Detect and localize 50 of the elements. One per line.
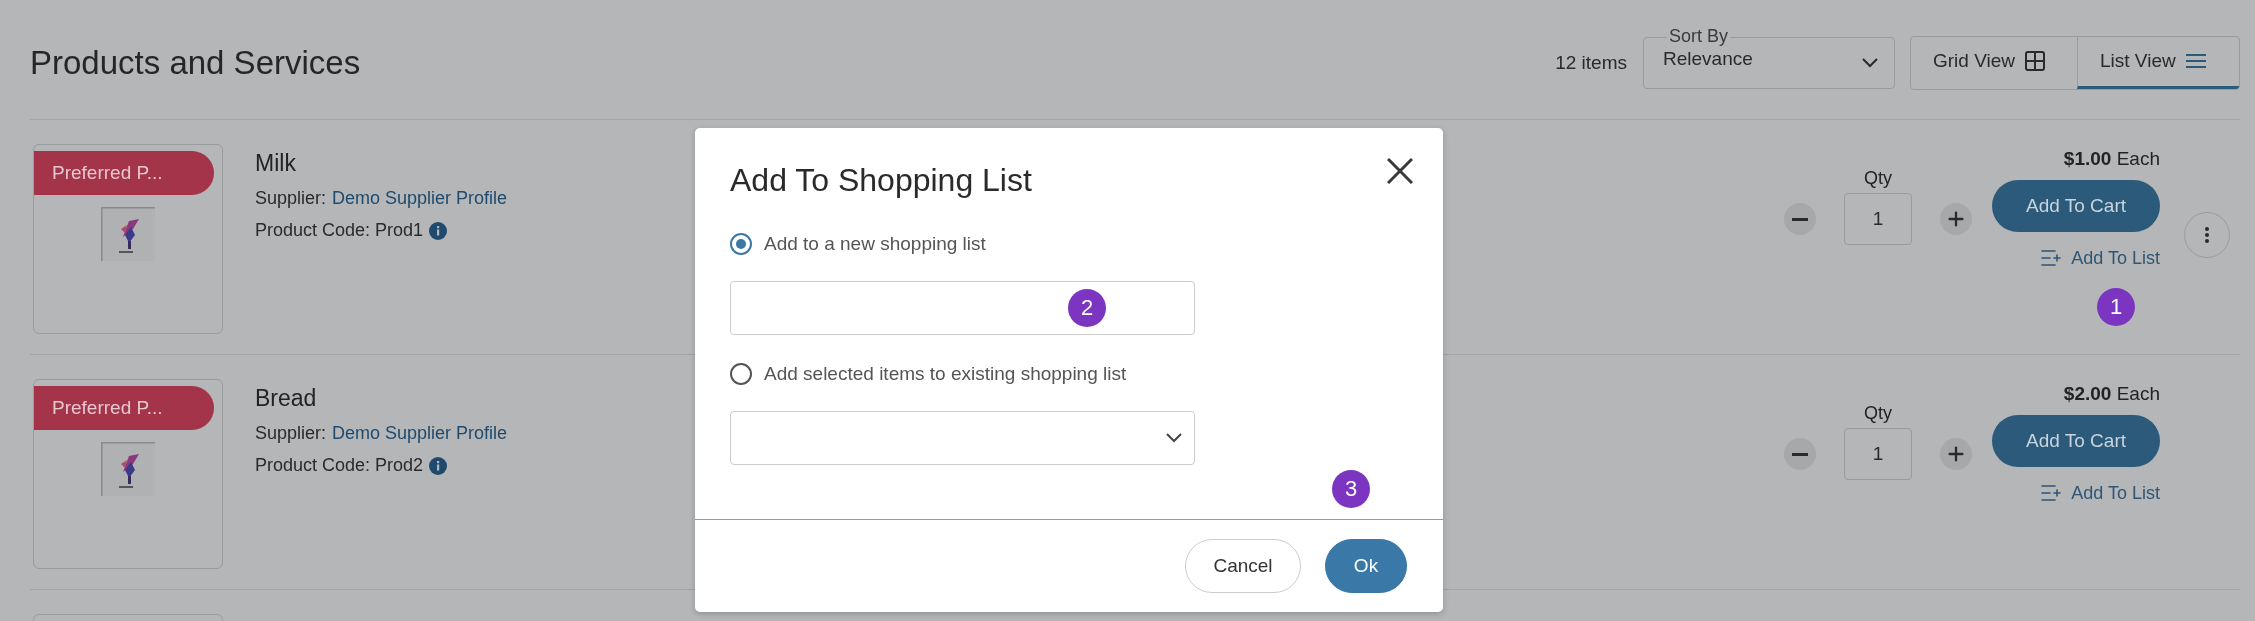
add-to-list-link[interactable]: Add To List bbox=[2039, 246, 2160, 270]
radio-button[interactable] bbox=[730, 233, 752, 255]
product-name: Milk bbox=[255, 150, 296, 177]
quantity-field[interactable]: 1 bbox=[1844, 428, 1912, 480]
step-marker: 3 bbox=[1332, 470, 1370, 508]
chevron-down-icon bbox=[1862, 57, 1878, 68]
ok-button[interactable]: Ok bbox=[1325, 539, 1407, 593]
add-to-list-link[interactable]: Add To List bbox=[2039, 481, 2160, 505]
page-title: Products and Services bbox=[30, 43, 362, 82]
view-toggle-button[interactable]: List View bbox=[2077, 36, 2239, 89]
qty-label: Qty bbox=[1864, 403, 1892, 424]
preferred-ribbon: Preferred P... bbox=[34, 386, 214, 430]
chevron-down-icon bbox=[1166, 433, 1182, 443]
quantity-field[interactable]: 1 bbox=[1844, 193, 1912, 245]
add-to-cart-button[interactable]: Add To Cart bbox=[1992, 415, 2160, 467]
menu-icon bbox=[2185, 53, 2206, 69]
step-marker: 1 bbox=[2097, 288, 2135, 326]
more-vertical-icon bbox=[2205, 227, 2209, 243]
info-icon[interactable] bbox=[429, 221, 448, 240]
increase-button[interactable] bbox=[1940, 203, 1972, 235]
qty-label: Qty bbox=[1864, 168, 1892, 189]
decrease-button[interactable] bbox=[1784, 203, 1816, 235]
info-icon[interactable] bbox=[429, 456, 448, 475]
option-label: Add to a new shopping list bbox=[764, 233, 986, 255]
price: $2.00 Each bbox=[2063, 383, 2160, 405]
close-button[interactable] bbox=[1387, 158, 1413, 184]
radio-button[interactable] bbox=[730, 363, 752, 385]
dialog-title: Add To Shopping List bbox=[730, 162, 1032, 199]
minus-icon bbox=[1792, 217, 1808, 221]
product-name: Bread bbox=[255, 385, 317, 412]
supplier-link[interactable]: Demo Supplier Profile bbox=[332, 188, 508, 209]
decrease-button[interactable] bbox=[1784, 438, 1816, 470]
supplier-label: Supplier: bbox=[255, 423, 327, 444]
cancel-button[interactable]: Cancel bbox=[1185, 539, 1301, 593]
option-label: Add selected items to existing shopping list bbox=[764, 363, 1127, 385]
price: $1.00 Each bbox=[2063, 148, 2160, 170]
list-name-field[interactable] bbox=[730, 281, 1195, 335]
preferred-ribbon: Preferred P... bbox=[34, 151, 214, 195]
minus-icon bbox=[1792, 452, 1808, 456]
supplier-link[interactable]: Demo Supplier Profile bbox=[332, 423, 508, 444]
increase-button[interactable] bbox=[1940, 438, 1972, 470]
view-toggle-button[interactable]: Grid View bbox=[1911, 36, 2077, 89]
product-code: Product Code: Prod1 bbox=[255, 220, 424, 241]
product-code: Product Code: Prod2 bbox=[255, 455, 424, 476]
close-icon bbox=[1387, 158, 1413, 184]
supplier-label: Supplier: bbox=[255, 188, 327, 209]
item-count: 12 items bbox=[1555, 51, 1627, 74]
add-to-cart-button[interactable]: Add To Cart bbox=[1992, 180, 2160, 232]
grid-icon bbox=[2025, 51, 2045, 71]
sort-value: Relevance bbox=[1663, 47, 1753, 70]
